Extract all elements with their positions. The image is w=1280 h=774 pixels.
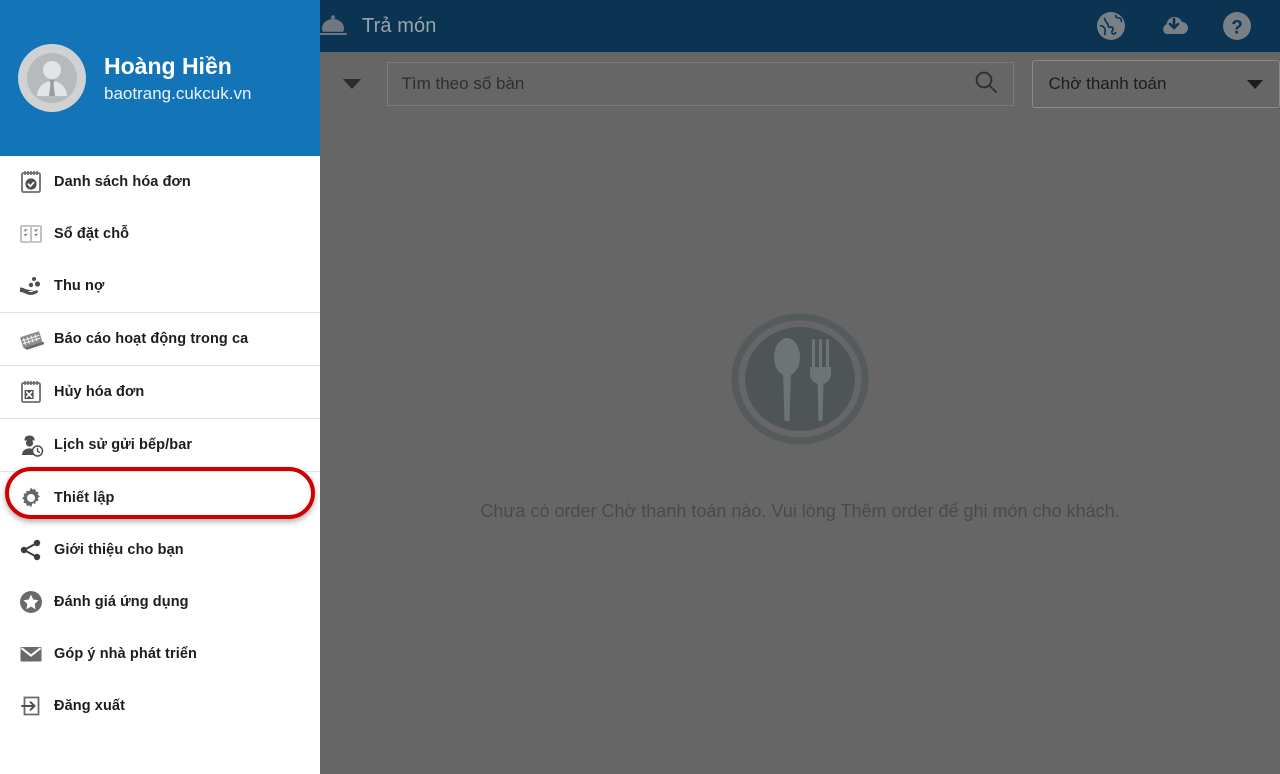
debt-collection-icon: [18, 273, 44, 299]
kitchen-history-icon: [18, 432, 44, 458]
drawer-menu: Danh sách hóa đơn Sổ đặt chỗ Thu nợ Báo …: [0, 156, 320, 732]
globe-icon[interactable]: [1094, 9, 1128, 43]
top-bar-actions: ?: [1094, 9, 1280, 43]
sidebar-item-invoice-list[interactable]: Danh sách hóa đơn: [0, 156, 320, 208]
sidebar-item-cancel-invoice[interactable]: Hủy hóa đơn: [0, 366, 320, 418]
user-avatar-icon[interactable]: [18, 44, 86, 112]
sidebar-item-refer-friend[interactable]: Giới thiệu cho bạn: [0, 524, 320, 576]
svg-text:?: ?: [1231, 18, 1243, 39]
sidebar-item-label: Đánh giá ứng dụng: [54, 594, 189, 610]
search-icon[interactable]: [973, 69, 999, 100]
sidebar-item-label: Góp ý nhà phát triển: [54, 646, 197, 662]
user-domain: baotrang.cukcuk.vn: [104, 83, 252, 103]
mail-icon: [18, 641, 44, 667]
sidebar-item-shift-report[interactable]: Báo cáo hoạt động trong ca: [0, 313, 320, 365]
invoice-list-icon: [18, 169, 44, 195]
logout-icon: [18, 693, 44, 719]
search-input[interactable]: Tìm theo số bàn: [387, 62, 1013, 106]
sidebar-item-kitchen-history[interactable]: Lịch sử gửi bếp/bar: [0, 419, 320, 471]
search-placeholder: Tìm theo số bàn: [401, 74, 525, 93]
shift-report-icon: [18, 326, 47, 352]
sidebar-item-label: Sổ đặt chỗ: [54, 226, 130, 242]
reservation-book-icon: [18, 221, 44, 247]
sidebar-item-label: Đăng xuất: [54, 698, 125, 714]
page-title: Trả món: [362, 14, 437, 37]
empty-state: Chưa có order Chờ thanh toán nào. Vui lò…: [320, 116, 1280, 774]
sidebar-item-logout[interactable]: Đăng xuất: [0, 680, 320, 732]
sidebar-item-label: Lịch sử gửi bếp/bar: [54, 437, 193, 453]
sidebar-item-label: Giới thiệu cho bạn: [54, 542, 184, 558]
gear-icon: [18, 485, 44, 511]
cloche-icon: [318, 14, 348, 38]
sidebar-item-feedback[interactable]: Góp ý nhà phát triển: [0, 628, 320, 680]
filter-dropdown-button[interactable]: [318, 62, 388, 106]
sidebar-item-debt-collection[interactable]: Thu nợ: [0, 260, 320, 312]
chevron-down-icon: [1247, 79, 1263, 89]
sidebar-item-label: Báo cáo hoạt động trong ca: [54, 331, 249, 347]
chevron-down-icon: [343, 79, 362, 89]
cloud-download-icon[interactable]: [1157, 9, 1191, 43]
drawer-header: Hoàng Hiền baotrang.cukcuk.vn: [0, 0, 320, 156]
share-icon: [18, 537, 44, 563]
navigation-drawer: Hoàng Hiền baotrang.cukcuk.vn Danh sách …: [0, 0, 320, 774]
user-name: Hoàng Hiền: [104, 53, 232, 80]
search-divider: [1012, 62, 1014, 106]
status-filter-value: Chờ thanh toán: [1048, 74, 1167, 93]
app-root: Trả món ? Tìm theo số bàn Chờ thanh toán…: [0, 0, 1280, 774]
sidebar-item-label: Hủy hóa đơn: [54, 384, 145, 400]
sidebar-item-rate-app[interactable]: Đánh giá ứng dụng: [0, 576, 320, 628]
sidebar-item-settings[interactable]: Thiết lập: [0, 472, 320, 524]
help-icon[interactable]: ?: [1220, 9, 1254, 43]
plate-spoon-fork-icon: [730, 309, 870, 449]
sidebar-item-reservation-book[interactable]: Sổ đặt chỗ: [0, 208, 320, 260]
sidebar-item-label: Thiết lập: [54, 490, 115, 506]
user-info: Hoàng Hiền baotrang.cukcuk.vn: [104, 52, 251, 104]
empty-state-message: Chưa có order Chờ thanh toán nào. Vui lò…: [480, 500, 1120, 521]
sidebar-item-label: Thu nợ: [54, 278, 105, 294]
cancel-invoice-icon: [18, 379, 44, 405]
status-filter-select[interactable]: Chờ thanh toán: [1031, 60, 1280, 108]
star-rate-icon: [18, 589, 44, 615]
sidebar-item-label: Danh sách hóa đơn: [54, 174, 191, 190]
